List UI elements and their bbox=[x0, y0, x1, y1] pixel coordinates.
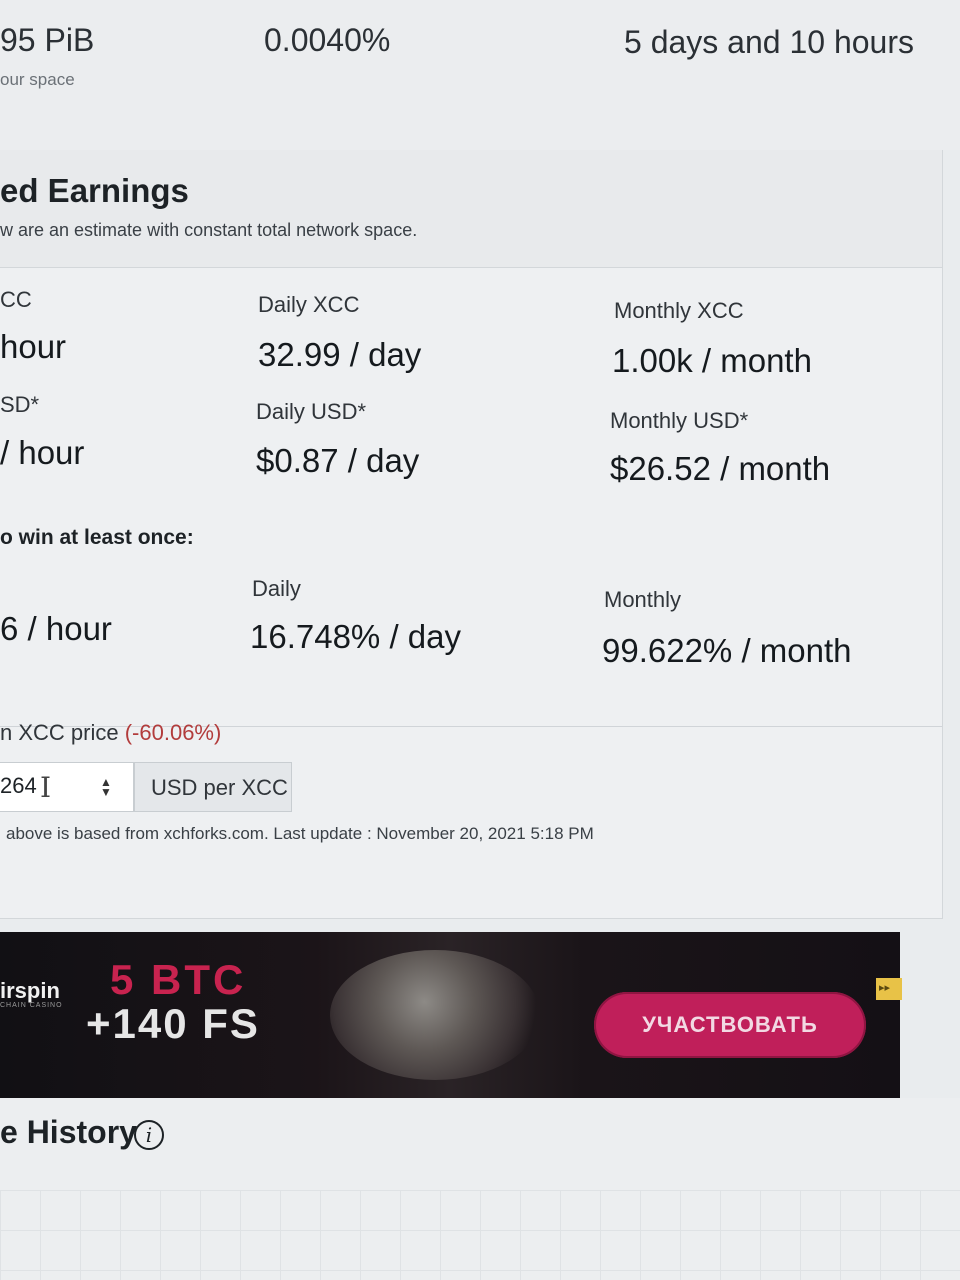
history-title: e History bbox=[0, 1114, 137, 1150]
price-unit-label: USD per XCC bbox=[151, 775, 288, 800]
win-chance-hourly-value: 6 / hour bbox=[0, 610, 112, 647]
history-chart-grid bbox=[0, 1190, 960, 1280]
hourly-usd-label: SD* bbox=[0, 392, 40, 417]
monthly-usd-label: Monthly USD* bbox=[610, 408, 749, 433]
top-stats-strip: 95 PiB our space 0.0040% 5 days and 10 h… bbox=[0, 0, 960, 150]
ad-banner[interactable]: irspin CHAIN CASINO 5 BTC +140 FS УЧАСТВ… bbox=[0, 932, 902, 1098]
monthly-usd-value: $26.52 / month bbox=[610, 450, 831, 487]
text-cursor-icon: I bbox=[40, 771, 52, 804]
daily-xcc-value: 32.99 / day bbox=[258, 336, 422, 373]
ad-brand-subtitle: CHAIN CASINO bbox=[0, 1002, 63, 1009]
info-icon[interactable]: i bbox=[134, 1120, 164, 1150]
card-title: ed Earnings bbox=[0, 172, 189, 209]
xcc-price-change: (-60.06%) bbox=[124, 720, 222, 745]
hourly-usd-value: / hour bbox=[0, 434, 85, 471]
ad-brand-name: irspin bbox=[0, 978, 60, 1003]
share-percent-value: 0.0040% bbox=[264, 22, 391, 58]
ad-participate-button[interactable]: УЧАСТВОВАТЬ bbox=[594, 992, 866, 1058]
coins-image bbox=[330, 950, 540, 1080]
xcc-price-label-text: n XCC price bbox=[0, 720, 119, 745]
monthly-xcc-label: Monthly XCC bbox=[614, 298, 744, 323]
win-chance-daily-label: Daily bbox=[252, 576, 301, 601]
hourly-xcc-label: CC bbox=[0, 287, 32, 312]
ad-choices-glyph: ▸▸ bbox=[879, 982, 891, 994]
price-unit-addon: USD per XCC bbox=[134, 762, 292, 812]
win-chance-daily-value: 16.748% / day bbox=[250, 618, 461, 655]
price-source-footnote: above is based from xchforks.com. Last u… bbox=[6, 824, 594, 843]
daily-xcc-label: Daily XCC bbox=[258, 292, 360, 317]
daily-usd-value: $0.87 / day bbox=[256, 442, 420, 479]
netspace-value: 95 PiB bbox=[0, 22, 95, 58]
netspace-label: our space bbox=[0, 70, 75, 89]
xcc-price-label: n XCC price (-60.06%) bbox=[0, 720, 221, 746]
expected-time-value: 5 days and 10 hours bbox=[624, 24, 914, 60]
ad-promo-freespins: +140 FS bbox=[86, 1000, 260, 1047]
ad-participate-label: УЧАСТВОВАТЬ bbox=[642, 1012, 818, 1037]
win-chance-monthly-value: 99.622% / month bbox=[602, 632, 852, 669]
daily-usd-label: Daily USD* bbox=[256, 399, 367, 424]
ad-choices-icon[interactable]: ▸▸ bbox=[876, 978, 902, 1000]
monthly-xcc-value: 1.00k / month bbox=[612, 342, 812, 379]
card-header: ed Earnings w are an estimate with const… bbox=[0, 150, 942, 268]
number-spinner-icon[interactable]: ▲ ▼ bbox=[100, 776, 112, 798]
card-subtitle: w are an estimate with constant total ne… bbox=[0, 220, 418, 240]
xcc-price-input-value: 264 bbox=[0, 773, 37, 798]
hourly-xcc-value: hour bbox=[0, 328, 67, 365]
ad-promo-btc: 5 BTC bbox=[110, 956, 247, 1003]
win-chance-monthly-label: Monthly bbox=[604, 587, 682, 612]
xcc-price-input[interactable]: 264 I ▲ ▼ bbox=[0, 762, 134, 812]
win-chance-heading: o win at least once: bbox=[0, 526, 194, 549]
